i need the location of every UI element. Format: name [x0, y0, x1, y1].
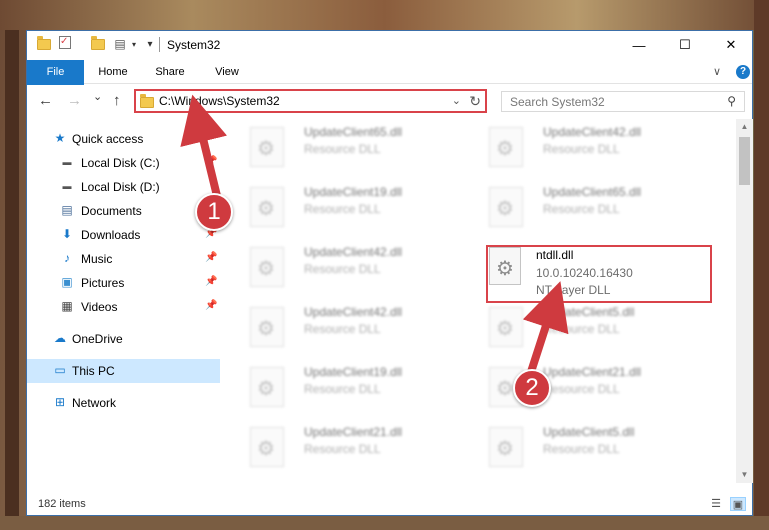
arrow-1 [180, 94, 228, 204]
arrow-2 [522, 281, 569, 379]
step-badge-1: 1 [195, 193, 233, 231]
step-badge-2: 2 [513, 369, 551, 407]
annotation-arrows [180, 94, 569, 379]
